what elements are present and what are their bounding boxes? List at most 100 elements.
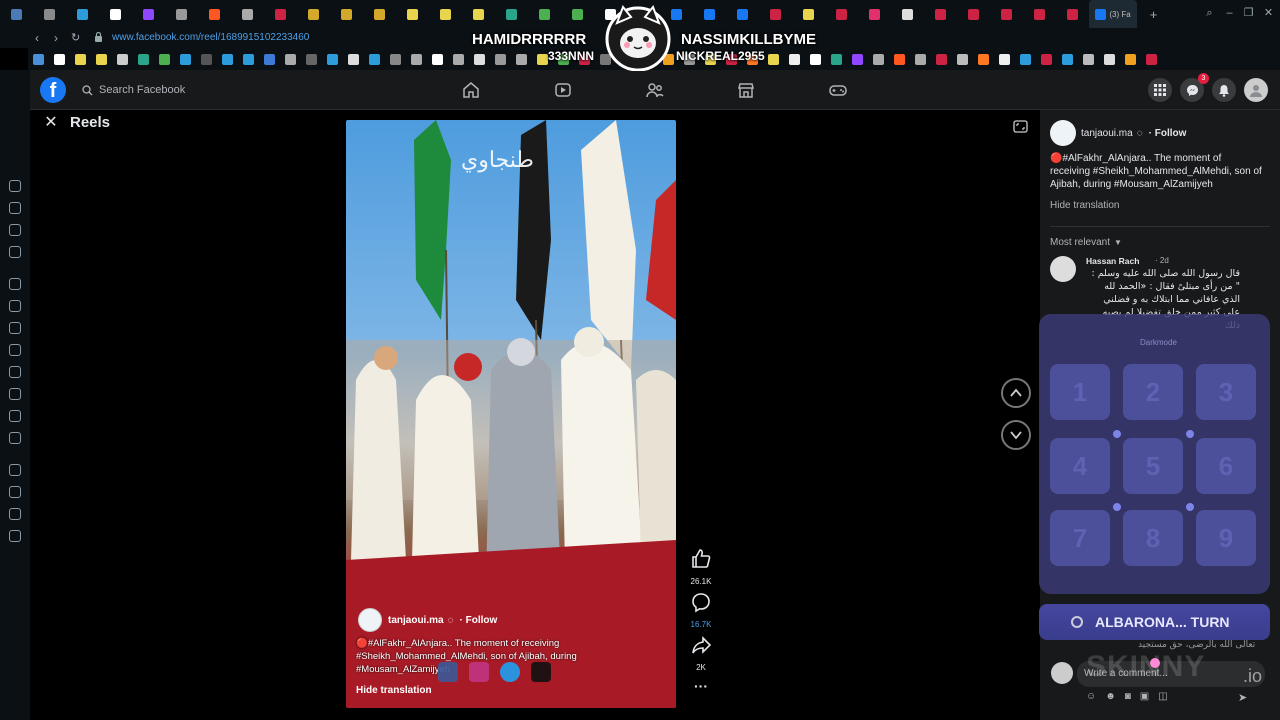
browser-tab[interactable] bbox=[99, 0, 132, 28]
share-button[interactable]: 2K bbox=[688, 633, 714, 672]
avatar-sticker-icon[interactable]: ☺ bbox=[1086, 691, 1096, 702]
bookmark-icon[interactable] bbox=[222, 53, 233, 65]
browser-tab[interactable] bbox=[891, 0, 924, 28]
browser-tab[interactable] bbox=[198, 0, 231, 28]
sticker-icon[interactable]: ◫ bbox=[1158, 691, 1167, 702]
sort-dropdown[interactable]: Most relevant ▼ bbox=[1050, 237, 1122, 248]
bookmark-icon[interactable] bbox=[957, 53, 968, 65]
browser-tab[interactable] bbox=[990, 0, 1023, 28]
bookmark-icon[interactable] bbox=[390, 53, 401, 65]
browser-tab[interactable] bbox=[792, 0, 825, 28]
more-options-button[interactable]: ··· bbox=[688, 678, 714, 694]
author-avatar[interactable] bbox=[358, 608, 382, 632]
sidebar-app-icon[interactable] bbox=[9, 388, 21, 400]
key-7[interactable]: 7 bbox=[1050, 510, 1110, 566]
browser-tab[interactable] bbox=[495, 0, 528, 28]
bookmark-icon[interactable] bbox=[411, 53, 422, 65]
bookmark-icon[interactable] bbox=[852, 53, 863, 65]
bookmark-icon[interactable] bbox=[159, 53, 170, 65]
browser-tab[interactable] bbox=[297, 0, 330, 28]
bookmark-icon[interactable] bbox=[1041, 53, 1052, 65]
browser-tab[interactable] bbox=[693, 0, 726, 28]
browser-tab[interactable] bbox=[924, 0, 957, 28]
gif-icon[interactable]: ▣ bbox=[1140, 691, 1149, 702]
sidebar-app-icon[interactable] bbox=[9, 432, 21, 444]
browser-tab[interactable] bbox=[561, 0, 594, 28]
bookmark-icon[interactable] bbox=[369, 53, 380, 65]
bookmark-icon[interactable] bbox=[75, 53, 86, 65]
browser-tab[interactable] bbox=[33, 0, 66, 28]
restore-icon[interactable]: ❐ bbox=[1243, 8, 1254, 19]
panel-author-name[interactable]: tanjaoui.ma bbox=[1081, 128, 1133, 139]
bookmark-icon[interactable] bbox=[894, 53, 905, 65]
next-reel-button[interactable] bbox=[1001, 420, 1031, 450]
browser-tab[interactable] bbox=[132, 0, 165, 28]
browser-tab[interactable] bbox=[264, 0, 297, 28]
back-icon[interactable]: ‹ bbox=[35, 31, 39, 45]
commenter-avatar[interactable] bbox=[1050, 256, 1076, 282]
reload-icon[interactable]: ↻ bbox=[71, 31, 80, 44]
browser-tab[interactable] bbox=[759, 0, 792, 28]
key-4[interactable]: 4 bbox=[1050, 438, 1110, 494]
panel-author-avatar[interactable] bbox=[1050, 120, 1076, 146]
forward-icon[interactable]: › bbox=[54, 31, 58, 45]
key-2[interactable]: 2 bbox=[1123, 364, 1183, 420]
sidebar-app-icon[interactable] bbox=[9, 300, 21, 312]
browser-tab[interactable] bbox=[231, 0, 264, 28]
bookmark-icon[interactable] bbox=[1104, 53, 1115, 65]
bookmark-icon[interactable] bbox=[831, 53, 842, 65]
bookmark-icon[interactable] bbox=[180, 53, 191, 65]
panel-follow-link[interactable]: · Follow bbox=[1149, 128, 1187, 139]
minimize-icon[interactable]: – bbox=[1224, 8, 1235, 19]
sidebar-app-icon[interactable] bbox=[9, 486, 21, 498]
bookmark-icon[interactable] bbox=[936, 53, 947, 65]
key-8[interactable]: 8 bbox=[1123, 510, 1183, 566]
previous-reel-button[interactable] bbox=[1001, 378, 1031, 408]
bookmark-icon[interactable] bbox=[537, 53, 548, 65]
search-input[interactable]: Search Facebook bbox=[74, 77, 274, 103]
bookmark-icon[interactable] bbox=[1062, 53, 1073, 65]
bookmark-icon[interactable] bbox=[327, 53, 338, 65]
browser-tab[interactable] bbox=[825, 0, 858, 28]
bookmark-icon[interactable] bbox=[285, 53, 296, 65]
browser-tab[interactable] bbox=[429, 0, 462, 28]
bookmark-icon[interactable] bbox=[516, 53, 527, 65]
bookmark-icon[interactable] bbox=[453, 53, 464, 65]
browser-tab[interactable] bbox=[1023, 0, 1056, 28]
commenter-name[interactable]: Hassan Rach bbox=[1086, 256, 1139, 266]
bookmark-icon[interactable] bbox=[54, 53, 65, 65]
bookmark-icon[interactable] bbox=[1125, 53, 1136, 65]
author-name[interactable]: tanjaoui.ma bbox=[388, 615, 444, 626]
reel-video[interactable]: طنجاوي tanjaoui.ma ◌ · Follow 🔴#AlFakhr_… bbox=[346, 120, 676, 708]
notifications-button[interactable] bbox=[1212, 78, 1236, 102]
bookmark-icon[interactable] bbox=[432, 53, 443, 65]
key-5[interactable]: 5 bbox=[1123, 438, 1183, 494]
sidebar-app-icon[interactable] bbox=[9, 202, 21, 214]
sidebar-app-icon[interactable] bbox=[9, 344, 21, 356]
bookmark-icon[interactable] bbox=[768, 53, 779, 65]
sidebar-app-icon[interactable] bbox=[9, 508, 21, 520]
menu-button[interactable] bbox=[1148, 78, 1172, 102]
bookmark-icon[interactable] bbox=[474, 53, 485, 65]
browser-tab[interactable] bbox=[528, 0, 561, 28]
bookmark-icon[interactable] bbox=[348, 53, 359, 65]
sidebar-app-icon[interactable] bbox=[9, 278, 21, 290]
browser-tab[interactable] bbox=[462, 0, 495, 28]
gaming-icon[interactable] bbox=[829, 81, 847, 99]
browser-tab[interactable] bbox=[363, 0, 396, 28]
key-3[interactable]: 3 bbox=[1196, 364, 1256, 420]
url-field[interactable]: www.facebook.com/reel/1689915102233460 bbox=[112, 32, 309, 43]
browser-tab[interactable] bbox=[165, 0, 198, 28]
search-tabs-icon[interactable]: ⌕ bbox=[1204, 8, 1215, 19]
bookmark-icon[interactable] bbox=[810, 53, 821, 65]
bookmark-icon[interactable] bbox=[243, 53, 254, 65]
bookmark-icon[interactable] bbox=[138, 53, 149, 65]
bookmark-icon[interactable] bbox=[789, 53, 800, 65]
comment-button[interactable]: 16.7K bbox=[688, 590, 714, 629]
sidebar-app-icon[interactable] bbox=[9, 530, 21, 542]
close-window-icon[interactable]: ✕ bbox=[1263, 8, 1274, 19]
sidebar-app-icon[interactable] bbox=[9, 224, 21, 236]
sidebar-app-icon[interactable] bbox=[9, 322, 21, 334]
like-button[interactable]: 26.1K bbox=[688, 547, 714, 586]
video-icon[interactable] bbox=[554, 81, 572, 99]
